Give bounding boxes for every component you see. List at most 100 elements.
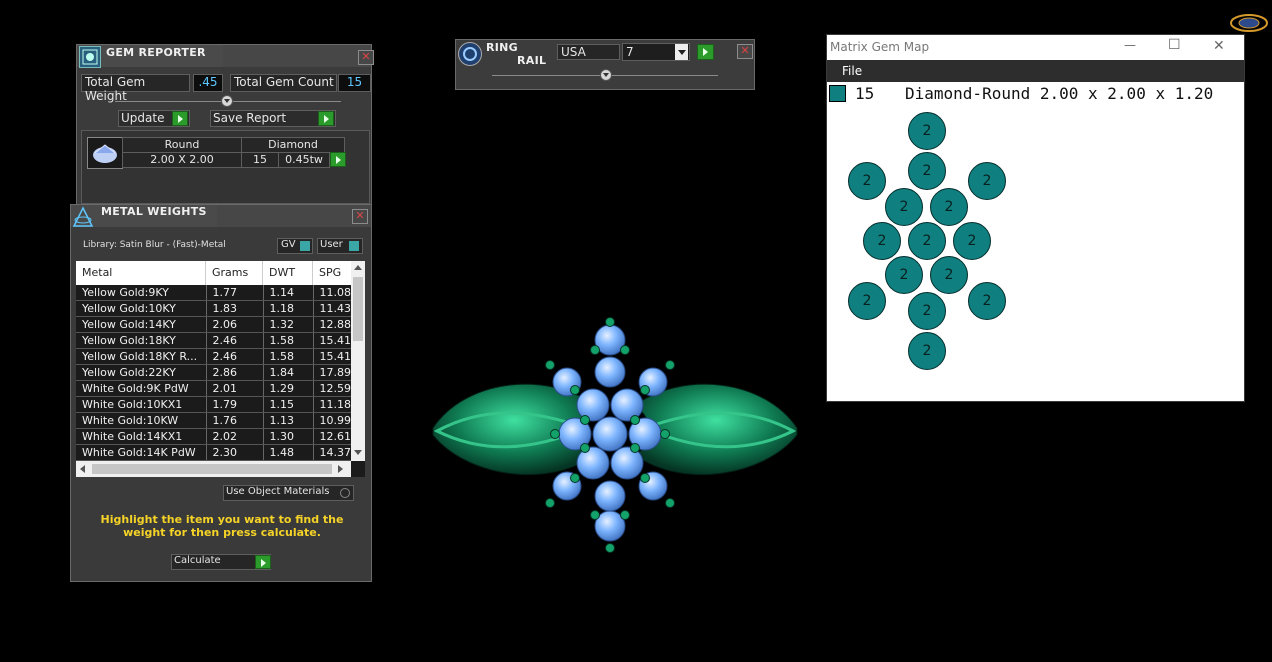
- calculate-go-icon[interactable]: [255, 555, 271, 569]
- metal-cell: White Gold:14KX1: [76, 428, 207, 445]
- ring-rail-title-line1: RING: [486, 41, 518, 54]
- ring-size-select[interactable]: 7: [622, 43, 690, 61]
- metal-weights-title: METAL WEIGHTS: [101, 205, 207, 218]
- ring-rail-go-icon[interactable]: [697, 44, 714, 60]
- gem-map-cell[interactable]: 2: [930, 188, 968, 226]
- ring-stone: [592, 416, 628, 452]
- ring-region-field[interactable]: USA: [557, 44, 620, 60]
- column-grams[interactable]: Grams: [212, 266, 248, 279]
- table-row[interactable]: White Gold:14KX1 2.02 1.30 12.61: [76, 428, 352, 445]
- metal-cell: Yellow Gold:10KY: [76, 300, 207, 317]
- dwt-cell: 1.48: [263, 444, 314, 461]
- spg-cell: 12.61: [313, 428, 352, 445]
- dwt-cell: 1.32: [263, 316, 314, 333]
- grams-cell: 2.02: [206, 428, 264, 445]
- gem-reporter-icon: [79, 46, 101, 68]
- gem-map-cell[interactable]: 2: [930, 256, 968, 294]
- spg-cell: 11.43: [313, 300, 352, 317]
- gem-map-window: Matrix Gem Map — ☐ ✕ File 15 Diamond-Rou…: [826, 34, 1245, 402]
- save-report-button[interactable]: Save Report: [210, 110, 336, 127]
- gem-row-go-icon[interactable]: [330, 152, 346, 167]
- ring-prong: [590, 345, 600, 355]
- grams-cell: 2.01: [206, 380, 264, 397]
- gem-map-cell[interactable]: 2: [968, 282, 1006, 320]
- dwt-cell: 1.58: [263, 332, 314, 349]
- spg-cell: 15.41: [313, 348, 352, 365]
- ring-prong: [660, 429, 670, 439]
- update-go-icon[interactable]: [172, 111, 188, 126]
- gem-map-cell[interactable]: 2: [908, 222, 946, 260]
- column-metal[interactable]: Metal: [82, 266, 112, 279]
- gem-map-cell[interactable]: 2: [908, 152, 946, 190]
- grams-cell: 1.79: [206, 396, 264, 413]
- gem-map-cell[interactable]: 2: [908, 112, 946, 150]
- table-row[interactable]: Yellow Gold:14KY 2.06 1.32 12.88: [76, 316, 352, 333]
- total-gem-count-label: Total Gem Count: [230, 74, 337, 92]
- update-button[interactable]: Update: [118, 110, 190, 127]
- chevron-down-icon: [678, 50, 686, 55]
- metal-cell: White Gold:10KX1: [76, 396, 207, 413]
- scroll-right-arrow-icon[interactable]: [338, 465, 343, 473]
- gem-map-cell[interactable]: 2: [953, 222, 991, 260]
- table-row[interactable]: Yellow Gold:18KY 2.46 1.58 15.41: [76, 332, 352, 349]
- use-object-materials-toggle[interactable]: Use Object Materials: [223, 485, 354, 501]
- ring-stone-group: [545, 317, 675, 553]
- dwt-cell: 1.84: [263, 364, 314, 381]
- gem-map-cell[interactable]: 2: [863, 222, 901, 260]
- scroll-down-arrow-icon[interactable]: [354, 450, 362, 455]
- calculate-button[interactable]: Calculate: [171, 554, 271, 570]
- dwt-cell: 1.18: [263, 300, 314, 317]
- gem-map-cell[interactable]: 2: [908, 292, 946, 330]
- table-row[interactable]: White Gold:10KW 1.76 1.13 10.99: [76, 412, 352, 429]
- gem-map-cell[interactable]: 2: [908, 332, 946, 370]
- app-logo-icon: [1229, 12, 1269, 34]
- gv-toggle[interactable]: GV: [277, 238, 313, 254]
- metal-weights-close-button[interactable]: ✕: [352, 209, 368, 224]
- gem-reporter-slider-knob[interactable]: [221, 95, 233, 107]
- vertical-scroll-thumb[interactable]: [353, 277, 363, 341]
- ring-model-viewport[interactable]: [425, 310, 805, 560]
- user-toggle-knob: [349, 241, 359, 251]
- grams-cell: 2.86: [206, 364, 264, 381]
- vertical-scrollbar[interactable]: [351, 261, 365, 461]
- gem-reporter-close-button[interactable]: ✕: [358, 50, 374, 65]
- spg-cell: 15.41: [313, 332, 352, 349]
- user-toggle[interactable]: User: [317, 238, 363, 254]
- scroll-left-arrow-icon[interactable]: [80, 465, 85, 473]
- gem-map-cell[interactable]: 2: [968, 162, 1006, 200]
- total-gem-count-value: 15: [338, 74, 371, 92]
- metal-cell: Yellow Gold:14KY: [76, 316, 207, 333]
- scroll-up-arrow-icon[interactable]: [354, 265, 362, 270]
- column-spg[interactable]: SPG: [319, 266, 341, 279]
- save-report-go-icon[interactable]: [318, 111, 334, 126]
- grams-cell: 1.77: [206, 285, 264, 301]
- gem-map-cell[interactable]: 2: [885, 256, 923, 294]
- save-report-label: Save Report: [213, 111, 287, 125]
- table-row[interactable]: Yellow Gold:18KY R... 2.46 1.58 15.41: [76, 348, 352, 365]
- gem-map-cell[interactable]: 2: [885, 188, 923, 226]
- ring-prong: [545, 360, 555, 370]
- dwt-cell: 1.30: [263, 428, 314, 445]
- ring-rail-slider-knob[interactable]: [600, 69, 612, 81]
- column-dwt[interactable]: DWT: [269, 266, 295, 279]
- table-row[interactable]: White Gold:9K PdW 2.01 1.29 12.59: [76, 380, 352, 397]
- ring-rail-close-button[interactable]: ✕: [737, 44, 753, 59]
- gem-material-cell: Diamond: [241, 137, 345, 153]
- metal-cell: Yellow Gold:9KY: [76, 285, 207, 301]
- metal-table-body: Yellow Gold:9KY 1.77 1.14 11.08 Yellow Gold:…: [76, 285, 352, 461]
- table-row[interactable]: White Gold:10KX1 1.79 1.15 11.18: [76, 396, 352, 413]
- horizontal-scrollbar[interactable]: [76, 461, 351, 477]
- table-row[interactable]: White Gold:14K PdW 2.30 1.48 14.37: [76, 444, 352, 461]
- table-row[interactable]: Yellow Gold:10KY 1.83 1.18 11.43: [76, 300, 352, 317]
- total-gem-weight-value: .45: [193, 74, 223, 92]
- gem-map-cell[interactable]: 2: [848, 162, 886, 200]
- round-gem-thumbnail[interactable]: [87, 137, 123, 169]
- gem-map-cell[interactable]: 2: [848, 282, 886, 320]
- ring-prong: [570, 385, 580, 395]
- ring-prong: [630, 415, 640, 425]
- table-row[interactable]: Yellow Gold:9KY 1.77 1.14 11.08: [76, 285, 352, 301]
- table-row[interactable]: Yellow Gold:22KY 2.86 1.84 17.89: [76, 364, 352, 381]
- horizontal-scroll-thumb[interactable]: [92, 464, 332, 474]
- grams-cell: 1.83: [206, 300, 264, 317]
- gv-label: GV: [281, 239, 296, 250]
